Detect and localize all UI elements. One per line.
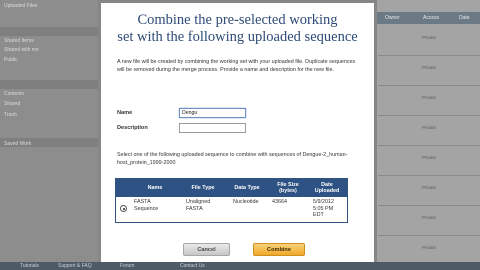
background-sidebar-item: Shared Items — [4, 38, 34, 44]
combine-button[interactable]: Combine — [253, 243, 305, 256]
background-column-owner: Owner — [385, 15, 400, 21]
background-sidebar-item: Trash — [4, 112, 17, 118]
description-label: Description — [117, 125, 148, 131]
background-row-divider — [378, 235, 480, 236]
cell-date-uploaded: 5/9/2012 5:05 PM EDT — [313, 199, 334, 219]
background-sidebar-item: Saved Work — [4, 141, 32, 147]
background-sidebar-header — [0, 80, 100, 89]
name-input[interactable] — [179, 108, 246, 118]
background-access-cell: Private — [422, 215, 437, 220]
background-column-date: Date — [459, 15, 470, 21]
cell-data-type: Nucleotide — [233, 199, 259, 205]
background-access-cell: Private — [422, 245, 437, 250]
dialog-description: A new file will be created by combining … — [117, 59, 356, 74]
table-header: Name File Type Data Type File Size (byte… — [116, 179, 347, 197]
background-row-divider — [378, 145, 480, 146]
combine-dialog: Combine the pre-selected working set wit… — [101, 3, 374, 262]
footer-link[interactable]: Support & FAQ — [58, 263, 92, 269]
background-sidebar-item: Shared with me — [4, 47, 39, 53]
background-access-cell: Private — [422, 35, 437, 40]
background-row-divider — [378, 55, 480, 56]
radio-selected-indicator — [122, 207, 125, 210]
background-sidebar: Uploaded Files Shared Items Shared with … — [0, 0, 100, 262]
background-row-divider — [378, 85, 480, 86]
background-sidebar-item: Contents — [4, 91, 25, 97]
background-row-divider — [378, 175, 480, 176]
background-access-cell: Private — [422, 155, 437, 160]
description-input[interactable] — [179, 123, 246, 133]
background-sidebar-item: Shared — [4, 101, 21, 107]
column-header-data-type: Data Type — [234, 184, 260, 191]
table-row[interactable]: FASTA Sequence Unaligned FASTA Nucleotid… — [116, 197, 347, 222]
footer-link[interactable]: Contact Us — [180, 263, 205, 269]
background-sidebar-item: Public — [4, 57, 18, 63]
background-row-divider — [378, 205, 480, 206]
dialog-title: Combine the pre-selected working set wit… — [117, 12, 358, 45]
cell-file-size: 43664 — [272, 199, 287, 205]
background-sidebar-item: Uploaded Files — [4, 3, 38, 9]
column-header-date-uploaded: Date Uploaded — [314, 181, 340, 194]
background-sidebar-header — [0, 27, 100, 36]
footer-link[interactable]: Tutorials — [20, 263, 39, 269]
background-access-cell: Private — [422, 65, 437, 70]
column-header-file-size: File Size (bytes) — [277, 181, 299, 194]
background-access-cell: Private — [422, 125, 437, 130]
row-select-radio[interactable] — [120, 205, 127, 212]
background-access-cell: Private — [422, 95, 437, 100]
cell-name: FASTA Sequence — [134, 199, 159, 212]
uploaded-sequences-table: Name File Type Data Type File Size (byte… — [115, 178, 348, 223]
column-header-file-type: File Type — [191, 184, 215, 191]
footer-link[interactable]: Forum — [120, 263, 134, 269]
cell-file-type: Unaligned FASTA — [186, 199, 211, 212]
name-label: Name — [117, 110, 133, 116]
column-header-name: Name — [147, 184, 163, 191]
background-row-divider — [378, 115, 480, 116]
cancel-button[interactable]: Cancel — [183, 243, 230, 256]
background-column-access: Access — [423, 15, 440, 21]
select-instruction: Select one of the following uploaded seq… — [117, 152, 348, 167]
background-access-cell: Private — [422, 185, 437, 190]
